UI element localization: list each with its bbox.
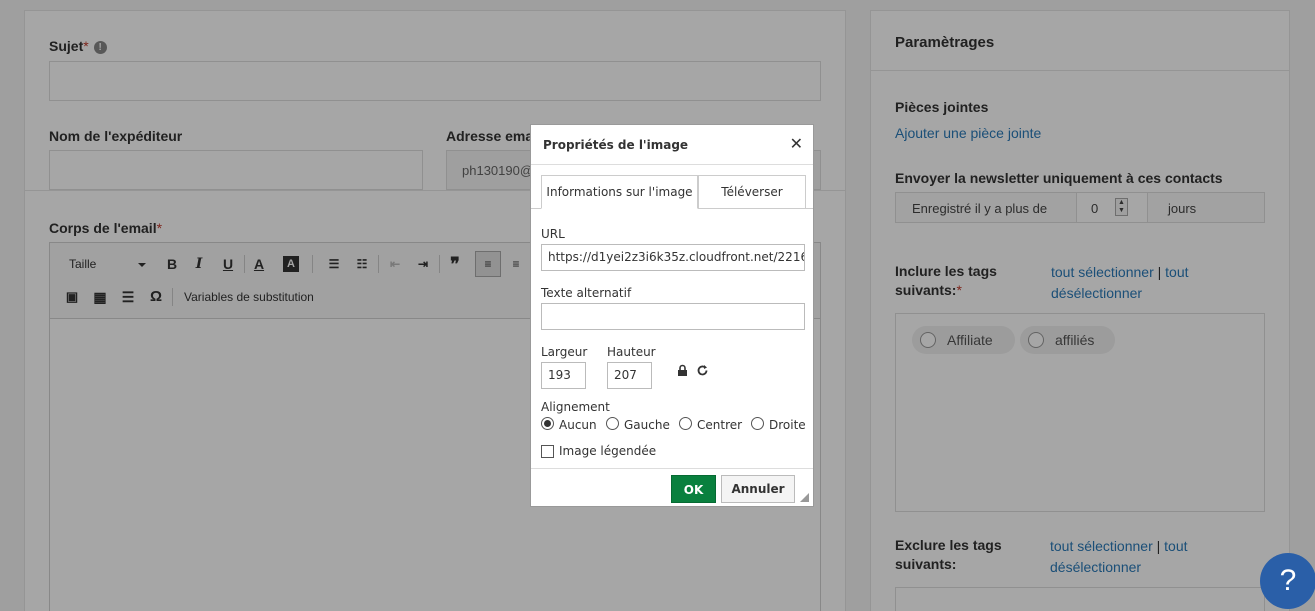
alt-text-label: Texte alternatif [541,286,632,300]
tab-upload[interactable]: Téléverser [698,175,806,209]
alignment-label: Alignement [541,400,610,414]
align-right-label: Droite [769,418,806,432]
help-button[interactable]: ? [1260,553,1315,609]
height-input[interactable]: 207 [607,362,652,389]
height-label: Hauteur [607,345,656,359]
cancel-button[interactable]: Annuler [721,475,795,503]
resize-handle-icon[interactable] [800,493,809,502]
close-icon[interactable]: ✕ [790,134,803,153]
captioned-image-label: Image légendée [559,444,657,458]
align-none-radio[interactable] [541,417,554,430]
dialog-title: Propriétés de l'image [543,138,689,152]
width-label: Largeur [541,345,588,359]
alt-text-input[interactable] [541,303,805,330]
divider [531,468,813,469]
ok-button[interactable]: OK [671,475,716,503]
align-left-label: Gauche [624,418,670,432]
lock-icon[interactable] [676,362,689,376]
tab-image-info[interactable]: Informations sur l'image [541,175,698,209]
image-properties-dialog: Propriétés de l'image ✕ Informations sur… [530,124,814,507]
url-label: URL [541,227,565,241]
divider [531,164,813,165]
captioned-image-checkbox[interactable] [541,445,554,458]
align-none-label: Aucun [559,418,597,432]
reset-size-icon[interactable] [696,362,709,376]
url-input[interactable]: https://d1yei2z3i6k35z.cloudfront.net/22… [541,244,805,271]
align-center-label: Centrer [697,418,743,432]
width-input[interactable]: 193 [541,362,586,389]
align-left-radio[interactable] [606,417,619,430]
align-right-radio[interactable] [751,417,764,430]
align-center-radio[interactable] [679,417,692,430]
